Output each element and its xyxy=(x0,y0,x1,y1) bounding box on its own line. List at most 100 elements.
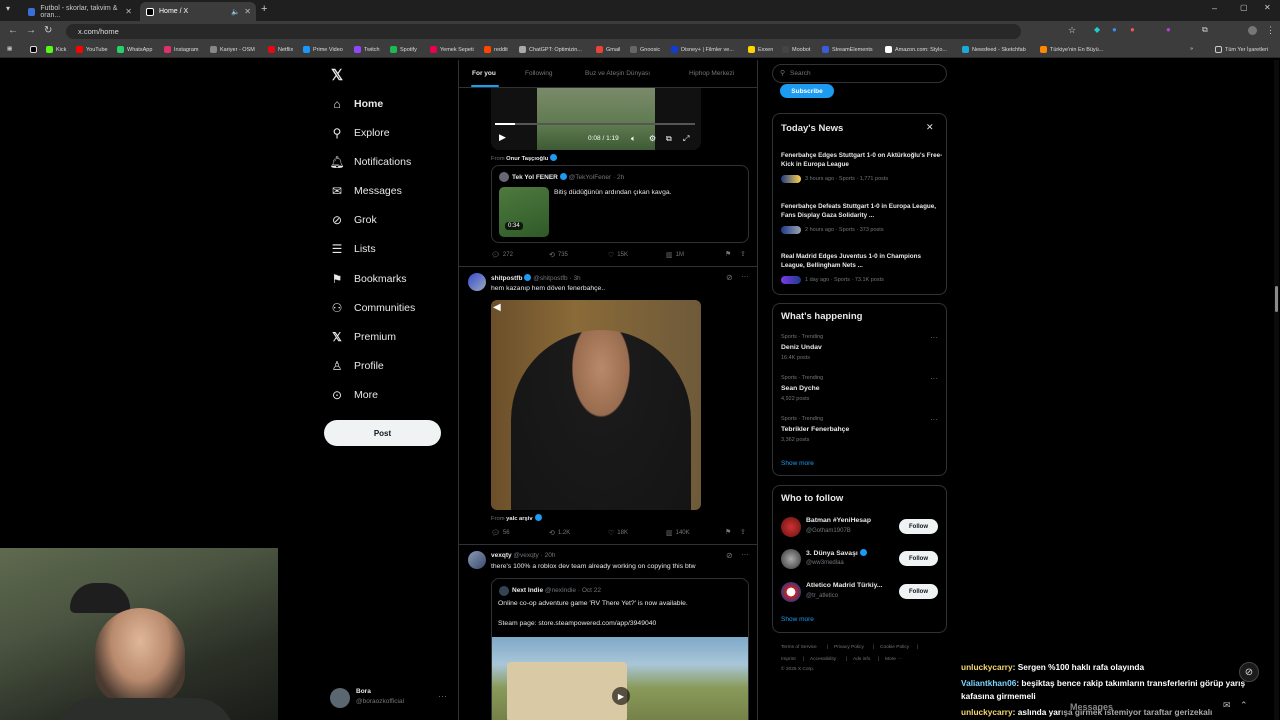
bookmark[interactable]: ChatGPT: Optimizin... xyxy=(519,46,582,53)
sidebar-item-premium[interactable]: 𝕏 Premium xyxy=(330,330,396,344)
apps-icon[interactable]: ▦ xyxy=(7,46,12,52)
extension-icon[interactable]: ● xyxy=(1130,25,1135,34)
bookmark-button[interactable]: ⚑ xyxy=(725,250,734,258)
bookmark[interactable]: Gnoosic xyxy=(630,46,660,53)
maximize-icon[interactable]: ▢ xyxy=(1240,3,1248,12)
bookmark[interactable]: Prime Video xyxy=(303,46,343,53)
extension-icon[interactable]: ● xyxy=(1112,25,1117,34)
repost-button[interactable]: ⟲ 735 xyxy=(549,251,568,259)
tab-hiphop-merkezi[interactable]: Hiphop Merkezi xyxy=(689,70,734,77)
footer-link[interactable]: Imprint xyxy=(781,657,796,662)
sidebar-item-bookmarks[interactable]: ⚑ Bookmarks xyxy=(330,272,407,286)
play-icon[interactable]: ▶ xyxy=(499,132,506,143)
url-field[interactable]: x.com/home xyxy=(66,24,1021,39)
fullscreen-icon[interactable]: ⤢ xyxy=(683,134,689,144)
avatar[interactable] xyxy=(781,517,801,537)
avatar[interactable] xyxy=(781,549,801,569)
show-more-link[interactable]: Show more xyxy=(781,616,814,623)
suggested-user-name[interactable]: 3. Dünya Savaşı xyxy=(806,550,858,557)
suggested-user-name[interactable]: Batman #YeniHesap xyxy=(806,517,871,524)
bookmark[interactable]: Yemek Sepeti xyxy=(430,46,474,53)
volume-icon[interactable]: 🔈︎ xyxy=(631,134,636,144)
more-icon[interactable]: ··· xyxy=(438,691,447,701)
compose-message-icon[interactable]: ✉ xyxy=(1223,700,1231,711)
extension-icon[interactable]: ● xyxy=(1166,25,1171,34)
profile-avatar-icon[interactable] xyxy=(1248,26,1257,35)
page-scrollbar[interactable] xyxy=(1274,60,1279,720)
back-icon[interactable]: ← xyxy=(8,25,18,36)
trend-name[interactable]: Sean Dyche xyxy=(781,385,820,392)
forward-icon[interactable]: → xyxy=(26,25,36,36)
views-button[interactable]: ▥ 140K xyxy=(666,529,690,537)
extension-icon[interactable]: ◆ xyxy=(1094,25,1100,34)
close-icon[interactable]: ✕ xyxy=(926,122,934,133)
post-button[interactable]: Post xyxy=(324,420,441,446)
bookmark[interactable]: WhatsApp xyxy=(117,46,152,53)
bookmark[interactable]: reddit xyxy=(484,46,508,53)
more-bookmarks-icon[interactable]: » xyxy=(1190,46,1193,52)
news-title[interactable]: Real Madrid Edges Juventus 1-0 in Champi… xyxy=(781,252,943,270)
follow-button[interactable]: Follow xyxy=(899,519,938,534)
bookmark[interactable]: Moobot xyxy=(782,46,810,53)
reply-button[interactable]: 💬︎ 56 xyxy=(491,529,510,537)
bookmark-star-icon[interactable]: ☆ xyxy=(1068,25,1076,36)
reload-icon[interactable]: ↻ xyxy=(44,25,52,36)
bookmark[interactable]: Instagram xyxy=(164,46,198,53)
bookmark-x[interactable] xyxy=(30,46,40,53)
close-tab-icon[interactable]: ✕ xyxy=(125,7,132,16)
author-name[interactable]: shitpostfb xyxy=(491,275,522,282)
follow-button[interactable]: Follow xyxy=(899,584,938,599)
news-title[interactable]: Fenerbahçe Edges Stuttgart 1-0 on Aktürk… xyxy=(781,151,943,169)
avatar[interactable] xyxy=(468,273,486,291)
suggested-user-name[interactable]: Atletico Madrid Türkiy... xyxy=(806,582,883,589)
subscribe-button[interactable]: Subscribe xyxy=(780,84,834,98)
bookmark[interactable]: StreamElements xyxy=(822,46,873,53)
new-tab-icon[interactable]: + xyxy=(261,3,267,15)
scrollbar-thumb[interactable] xyxy=(1275,286,1278,312)
minimize-icon[interactable]: – xyxy=(1212,3,1217,13)
sidebar-item-notifications[interactable]: 🔔︎ Notifications xyxy=(329,155,411,169)
repost-button[interactable]: ⟲ 1.2K xyxy=(549,529,570,537)
chevron-up-icon[interactable]: ⌃ xyxy=(1240,700,1248,711)
messages-drawer[interactable]: Messages ✉ ⌃ xyxy=(1060,697,1260,720)
follow-button[interactable]: Follow xyxy=(899,551,938,566)
author-name[interactable]: vexqty xyxy=(491,552,512,559)
like-button[interactable]: ♡ 15K xyxy=(608,251,628,259)
sidebar-item-more[interactable]: ⊙ More xyxy=(330,388,378,402)
source-name[interactable]: Onur Taşçıoğlu xyxy=(506,156,548,162)
sidebar-item-lists[interactable]: ☰ Lists xyxy=(330,242,376,256)
quoted-tweet[interactable]: Next Indie @nexIndie · Oct 22 Online co-… xyxy=(491,578,749,720)
footer-link[interactable]: Accessibility xyxy=(810,657,836,662)
account-switcher[interactable]: Bora @boraozkofficial ··· xyxy=(330,687,450,711)
avatar[interactable] xyxy=(468,551,486,569)
x-logo-icon[interactable]: 𝕏 xyxy=(331,66,343,84)
bookmark[interactable]: Disney+ | Filmler ve... xyxy=(671,46,734,53)
sidebar-item-explore[interactable]: ⚲ Explore xyxy=(330,126,390,140)
sidebar-item-messages[interactable]: ✉ Messages xyxy=(330,184,402,198)
tab-for-you[interactable]: For you xyxy=(472,70,496,77)
close-tab-icon[interactable]: ✕ xyxy=(244,7,251,16)
news-title[interactable]: Fenerbahçe Defeats Stuttgart 1-0 in Euro… xyxy=(781,202,943,220)
bookmark[interactable]: Gmail xyxy=(596,46,620,53)
video-player[interactable]: ▶ 0:08 / 1:19 🔈︎ ⚙ ⧉ ⤢ xyxy=(491,88,701,150)
avatar[interactable] xyxy=(781,582,801,602)
grok-icon[interactable]: ⊘ xyxy=(726,273,733,282)
more-icon[interactable]: ··· xyxy=(930,374,938,383)
play-icon[interactable]: ▶ xyxy=(612,687,630,705)
footer-link[interactable]: Privacy Policy xyxy=(834,645,864,650)
quoted-tweet[interactable]: Tek Yol FENER @TekYolFener · 2h 0:34 Bit… xyxy=(491,165,749,243)
picture-in-picture-icon[interactable]: ⧉ xyxy=(666,134,672,144)
browser-tab-active[interactable]: Home / X 🔈 ✕ xyxy=(140,2,256,21)
bookmark[interactable]: Kick xyxy=(46,46,66,53)
all-bookmarks[interactable]: Tüm Yer İşaretleri xyxy=(1215,46,1268,53)
like-button[interactable]: ♡ 18K xyxy=(608,529,628,537)
video-progress-track[interactable] xyxy=(495,123,695,125)
sidebar-item-profile[interactable]: ♙ Profile xyxy=(330,359,384,373)
bookmark[interactable]: Exxen xyxy=(748,46,773,53)
tab-buz-ve-atesin-dunyasi[interactable]: Buz ve Ateşin Dünyası xyxy=(585,70,650,77)
more-icon[interactable]: ··· xyxy=(741,550,749,559)
sidebar-item-home[interactable]: ⌂ Home xyxy=(330,97,383,111)
sidebar-item-communities[interactable]: ⚇ Communities xyxy=(330,301,416,315)
quote-video-thumbnail[interactable]: 0:34 xyxy=(499,187,549,237)
tweet-video[interactable]: ◀ xyxy=(491,300,701,510)
